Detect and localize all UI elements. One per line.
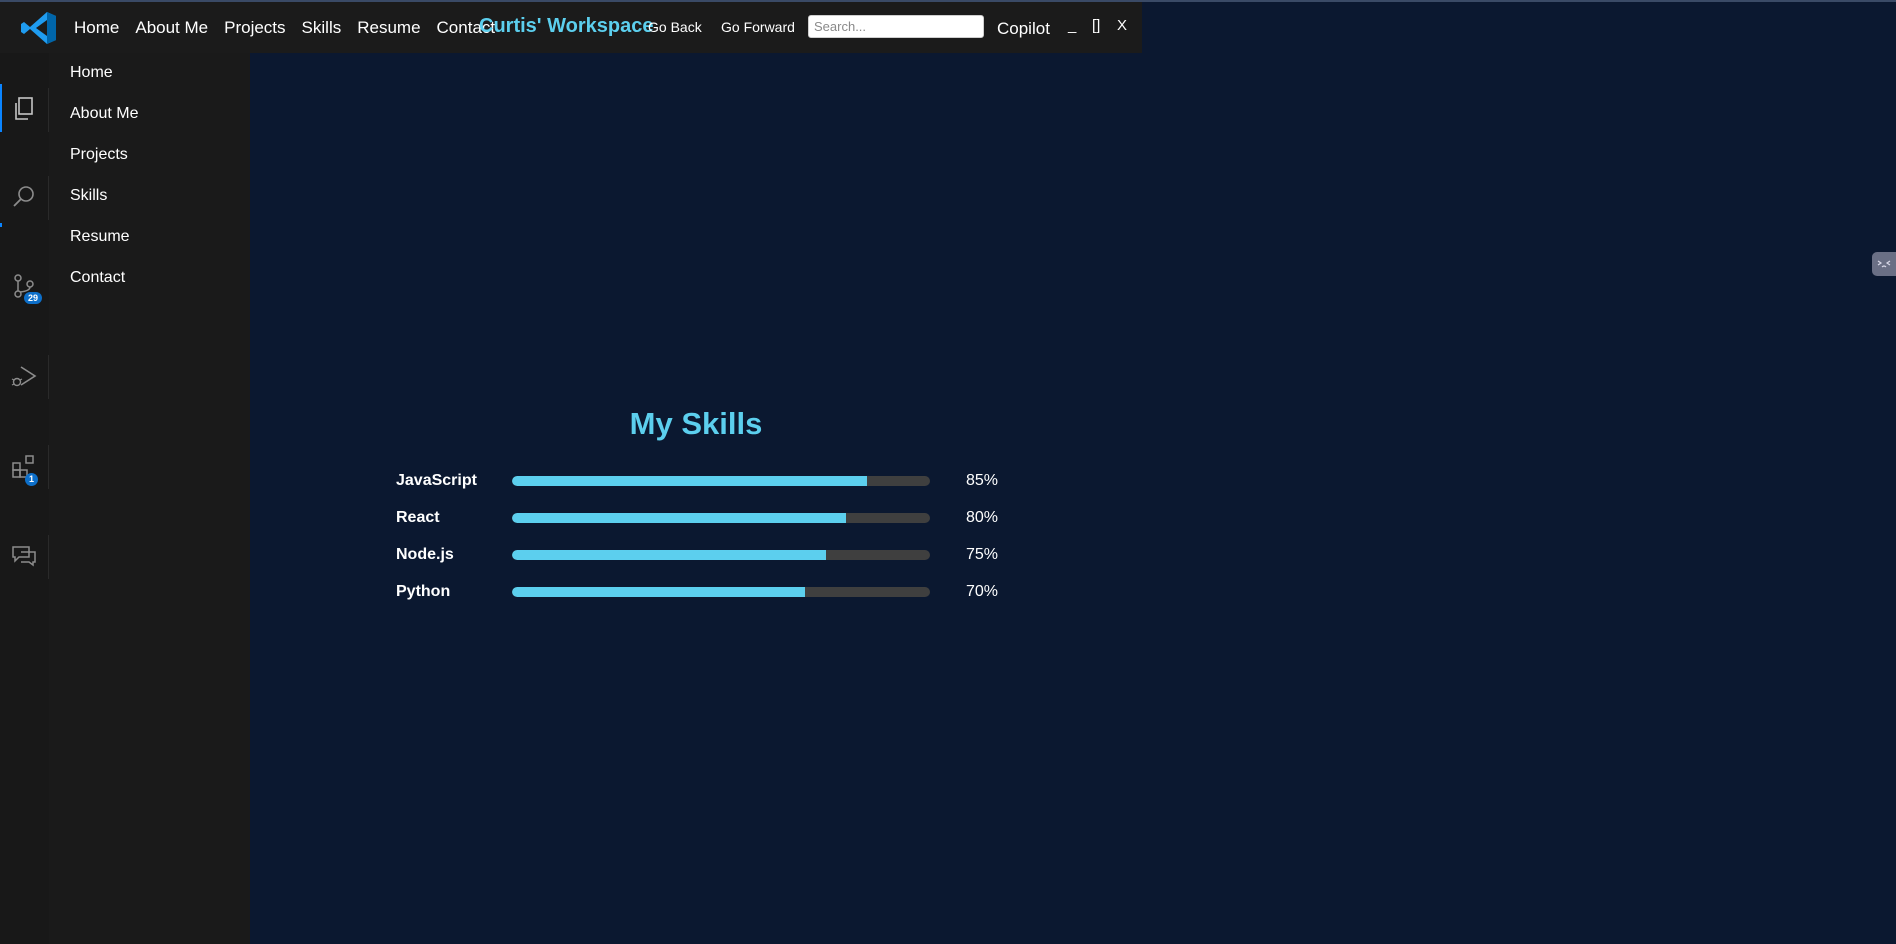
skill-row: React 80% xyxy=(396,509,1016,529)
go-forward-button[interactable]: Go Forward xyxy=(721,19,795,35)
skill-progress-track xyxy=(512,587,930,597)
copilot-face-icon xyxy=(1877,260,1891,268)
copilot-button[interactable]: Copilot xyxy=(997,19,1050,39)
skill-progress-fill xyxy=(512,513,847,523)
focus-marker xyxy=(0,223,2,227)
activity-extensions[interactable]: 1 xyxy=(0,441,49,489)
skill-progress-track xyxy=(512,476,930,486)
extensions-badge: 1 xyxy=(25,473,38,486)
sidebar-item-home[interactable]: Home xyxy=(70,64,113,82)
nav-about-link[interactable]: About Me xyxy=(135,18,208,38)
search-icon xyxy=(13,186,34,207)
sidebar-item-contact[interactable]: Contact xyxy=(70,269,125,287)
skill-progress-fill xyxy=(512,550,826,560)
activity-explorer[interactable] xyxy=(0,84,49,132)
skill-percent: 75% xyxy=(966,546,999,563)
sidebar: Home About Me Projects Skills Resume Con… xyxy=(49,53,250,944)
maximize-button[interactable]: [] xyxy=(1092,17,1100,34)
minimize-button[interactable]: _ xyxy=(1068,17,1076,34)
close-button[interactable]: X xyxy=(1117,17,1127,34)
skill-name: Node.js xyxy=(396,546,454,563)
go-back-button[interactable]: Go Back xyxy=(648,19,702,35)
source-control-badge: 29 xyxy=(24,292,42,304)
skill-row: JavaScript 85% xyxy=(396,472,1016,492)
sidebar-item-projects[interactable]: Projects xyxy=(70,146,128,164)
skill-progress-fill xyxy=(512,587,805,597)
activity-source-control[interactable]: 29 xyxy=(0,261,49,309)
nav-home-link[interactable]: Home xyxy=(74,18,119,38)
skill-progress-fill xyxy=(512,476,868,486)
activity-search[interactable] xyxy=(0,172,49,220)
activity-chat[interactable] xyxy=(0,531,49,579)
sidebar-item-about-me[interactable]: About Me xyxy=(70,105,138,123)
skill-percent: 85% xyxy=(966,472,999,489)
skill-percent: 70% xyxy=(966,583,999,600)
activity-run-debug[interactable] xyxy=(0,351,49,399)
skill-row: Node.js 75% xyxy=(396,546,1016,566)
search-input[interactable] xyxy=(808,15,984,38)
sidebar-item-skills[interactable]: Skills xyxy=(70,187,107,205)
skill-progress-track xyxy=(512,513,930,523)
workspace-title: Curtis' Workspace xyxy=(479,15,654,37)
top-nav: Home About Me Projects Skills Resume Con… xyxy=(74,2,511,53)
nav-skills-link[interactable]: Skills xyxy=(302,18,342,38)
copilot-toggle-button[interactable] xyxy=(1872,252,1896,276)
skill-percent: 80% xyxy=(966,509,999,526)
vscode-logo-icon[interactable] xyxy=(20,10,58,46)
skill-name: Python xyxy=(396,583,451,600)
sidebar-item-resume[interactable]: Resume xyxy=(70,228,130,246)
skill-progress-track xyxy=(512,550,930,560)
skill-row: Python 70% xyxy=(396,583,1016,603)
skill-name: JavaScript xyxy=(396,472,477,489)
nav-resume-link[interactable]: Resume xyxy=(357,18,420,38)
title-bar: Home About Me Projects Skills Resume Con… xyxy=(0,2,1142,53)
run-debug-icon xyxy=(11,366,37,387)
page-title: My Skills xyxy=(629,406,763,441)
active-indicator xyxy=(0,84,2,132)
skill-name: React xyxy=(396,509,440,526)
nav-projects-link[interactable]: Projects xyxy=(224,18,285,38)
explorer-icon xyxy=(15,97,33,120)
activity-bar: 29 1 xyxy=(0,53,49,944)
chat-icon xyxy=(12,546,36,567)
